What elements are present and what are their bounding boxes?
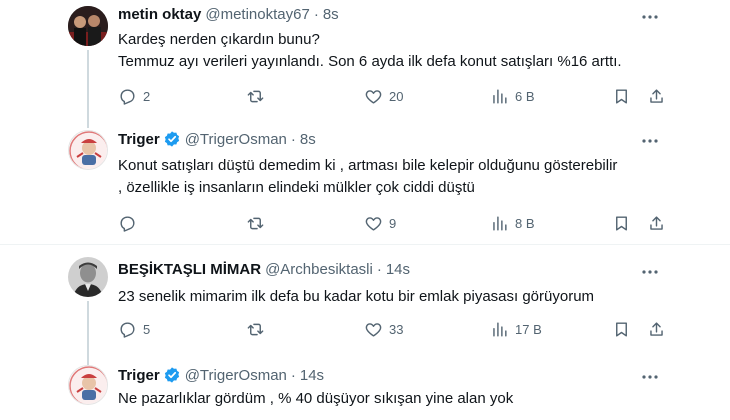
share-icon: [650, 322, 663, 336]
bookmark-button[interactable]: [612, 87, 631, 106]
tweet-actions: 2 20 6 B: [118, 87, 666, 107]
user-handle[interactable]: @TrigerOsman: [185, 367, 287, 384]
display-name[interactable]: Triger: [118, 131, 160, 148]
timestamp[interactable]: 14s: [386, 261, 410, 278]
tweet-archbesiktasli[interactable]: BEŞİKTAŞLI MİMAR @Archbesiktasli · 14s 2…: [0, 245, 730, 370]
more-icon[interactable]: [640, 367, 660, 387]
like-count: 20: [389, 89, 404, 104]
user-handle[interactable]: @TrigerOsman: [185, 131, 287, 148]
separator-dot: ·: [290, 366, 296, 384]
separator-dot: ·: [290, 130, 296, 148]
tweet-line: Ne pazarlıklar gördüm , % 40 düşüyor sık…: [118, 390, 514, 407]
like-icon: [365, 323, 382, 337]
tweet-header: metin oktay @metinoktay67 · 8s: [118, 6, 339, 23]
bookmark-icon: [616, 89, 627, 104]
timestamp[interactable]: 8s: [300, 131, 316, 148]
reply-icon: [120, 322, 135, 338]
share-button[interactable]: [647, 214, 666, 233]
views-count: 17 B: [515, 322, 542, 337]
tweet-line: Kardeş nerden çıkardın bunu?: [118, 31, 320, 48]
tweet-line: 23 senelik mimarim ilk defa bu kadar kot…: [118, 288, 595, 305]
avatar[interactable]: [68, 6, 108, 46]
tweet-trigerosman[interactable]: Triger @TrigerOsman · 8s Konut satışları…: [0, 120, 730, 240]
verified-icon: [164, 367, 179, 383]
like-icon: [365, 217, 382, 231]
verified-icon: [164, 131, 179, 147]
share-button[interactable]: [647, 87, 666, 106]
like-button[interactable]: 20: [364, 87, 403, 106]
tweet-trigerosman-2[interactable]: Triger @TrigerOsman · 14s Ne pazarlıklar…: [0, 350, 730, 420]
like-icon: [365, 90, 382, 104]
reply-button[interactable]: 5: [118, 320, 150, 339]
tweet-line: Konut satışları düştü demedim ki , artma…: [118, 157, 618, 174]
separator-dot: ·: [313, 6, 319, 23]
reply-icon: [120, 89, 135, 105]
retweet-button[interactable]: [246, 214, 265, 233]
bookmark-button[interactable]: [612, 214, 631, 233]
more-icon[interactable]: [640, 7, 660, 27]
tweet-line: , özellikle iş insanların elindeki mülkl…: [118, 179, 475, 196]
views-button[interactable]: 6 B: [490, 87, 535, 106]
avatar[interactable]: [68, 130, 108, 170]
bookmark-icon: [616, 322, 627, 337]
display-name[interactable]: BEŞİKTAŞLI MİMAR: [118, 261, 261, 278]
tweet-text: Konut satışları düştü demedim ki , artma…: [118, 155, 678, 199]
views-icon: [493, 89, 507, 104]
tweet-text: 23 senelik mimarim ilk defa bu kadar kot…: [118, 286, 678, 308]
tweet-header: Triger @TrigerOsman · 14s: [118, 366, 324, 384]
timestamp[interactable]: 14s: [300, 367, 324, 384]
user-handle[interactable]: @metinoktay67: [205, 6, 309, 23]
share-button[interactable]: [647, 320, 666, 339]
share-icon: [650, 216, 663, 230]
tweet-header: Triger @TrigerOsman · 8s: [118, 130, 316, 148]
retweet-icon: [247, 217, 264, 230]
tweet-metinoktay[interactable]: metin oktay @metinoktay67 · 8s Kardeş ne…: [0, 0, 730, 128]
tweet-text: Kardeş nerden çıkardın bunu? Temmuz ayı …: [118, 29, 678, 73]
more-icon[interactable]: [640, 131, 660, 151]
bookmark-button[interactable]: [612, 320, 631, 339]
tweet-line: Temmuz ayı verileri yayınlandı. Son 6 ay…: [118, 53, 622, 70]
tweet-text: Ne pazarlıklar gördüm , % 40 düşüyor sık…: [118, 388, 678, 410]
like-count: 9: [389, 216, 397, 231]
separator-dot: ·: [376, 261, 382, 278]
reply-count: 5: [143, 322, 151, 337]
display-name[interactable]: metin oktay: [118, 6, 201, 23]
reply-icon: [120, 216, 135, 232]
user-handle[interactable]: @Archbesiktasli: [265, 261, 373, 278]
retweet-icon: [247, 323, 264, 336]
tweet-header: BEŞİKTAŞLI MİMAR @Archbesiktasli · 14s: [118, 261, 410, 278]
display-name[interactable]: Triger: [118, 367, 160, 384]
views-button[interactable]: 8 B: [490, 214, 535, 233]
like-button[interactable]: 33: [364, 320, 403, 339]
views-count: 6 B: [515, 89, 535, 104]
tweet-actions: 5 33 17 B: [118, 320, 666, 340]
like-button[interactable]: 9: [364, 214, 396, 233]
retweet-icon: [247, 90, 264, 103]
reply-button[interactable]: [118, 214, 143, 233]
avatar[interactable]: [68, 365, 108, 405]
views-icon: [493, 322, 507, 337]
retweet-button[interactable]: [246, 87, 265, 106]
bookmark-icon: [616, 216, 627, 231]
like-count: 33: [389, 322, 404, 337]
avatar[interactable]: [68, 257, 108, 297]
views-count: 8 B: [515, 216, 535, 231]
timestamp[interactable]: 8s: [323, 6, 339, 23]
thread-line: [87, 50, 89, 128]
more-icon[interactable]: [640, 262, 660, 282]
tweet-actions: 9 8 B: [118, 214, 666, 234]
share-icon: [650, 89, 663, 103]
views-button[interactable]: 17 B: [490, 320, 542, 339]
reply-button[interactable]: 2: [118, 87, 150, 106]
views-icon: [493, 216, 507, 231]
retweet-button[interactable]: [246, 320, 265, 339]
reply-count: 2: [143, 89, 151, 104]
